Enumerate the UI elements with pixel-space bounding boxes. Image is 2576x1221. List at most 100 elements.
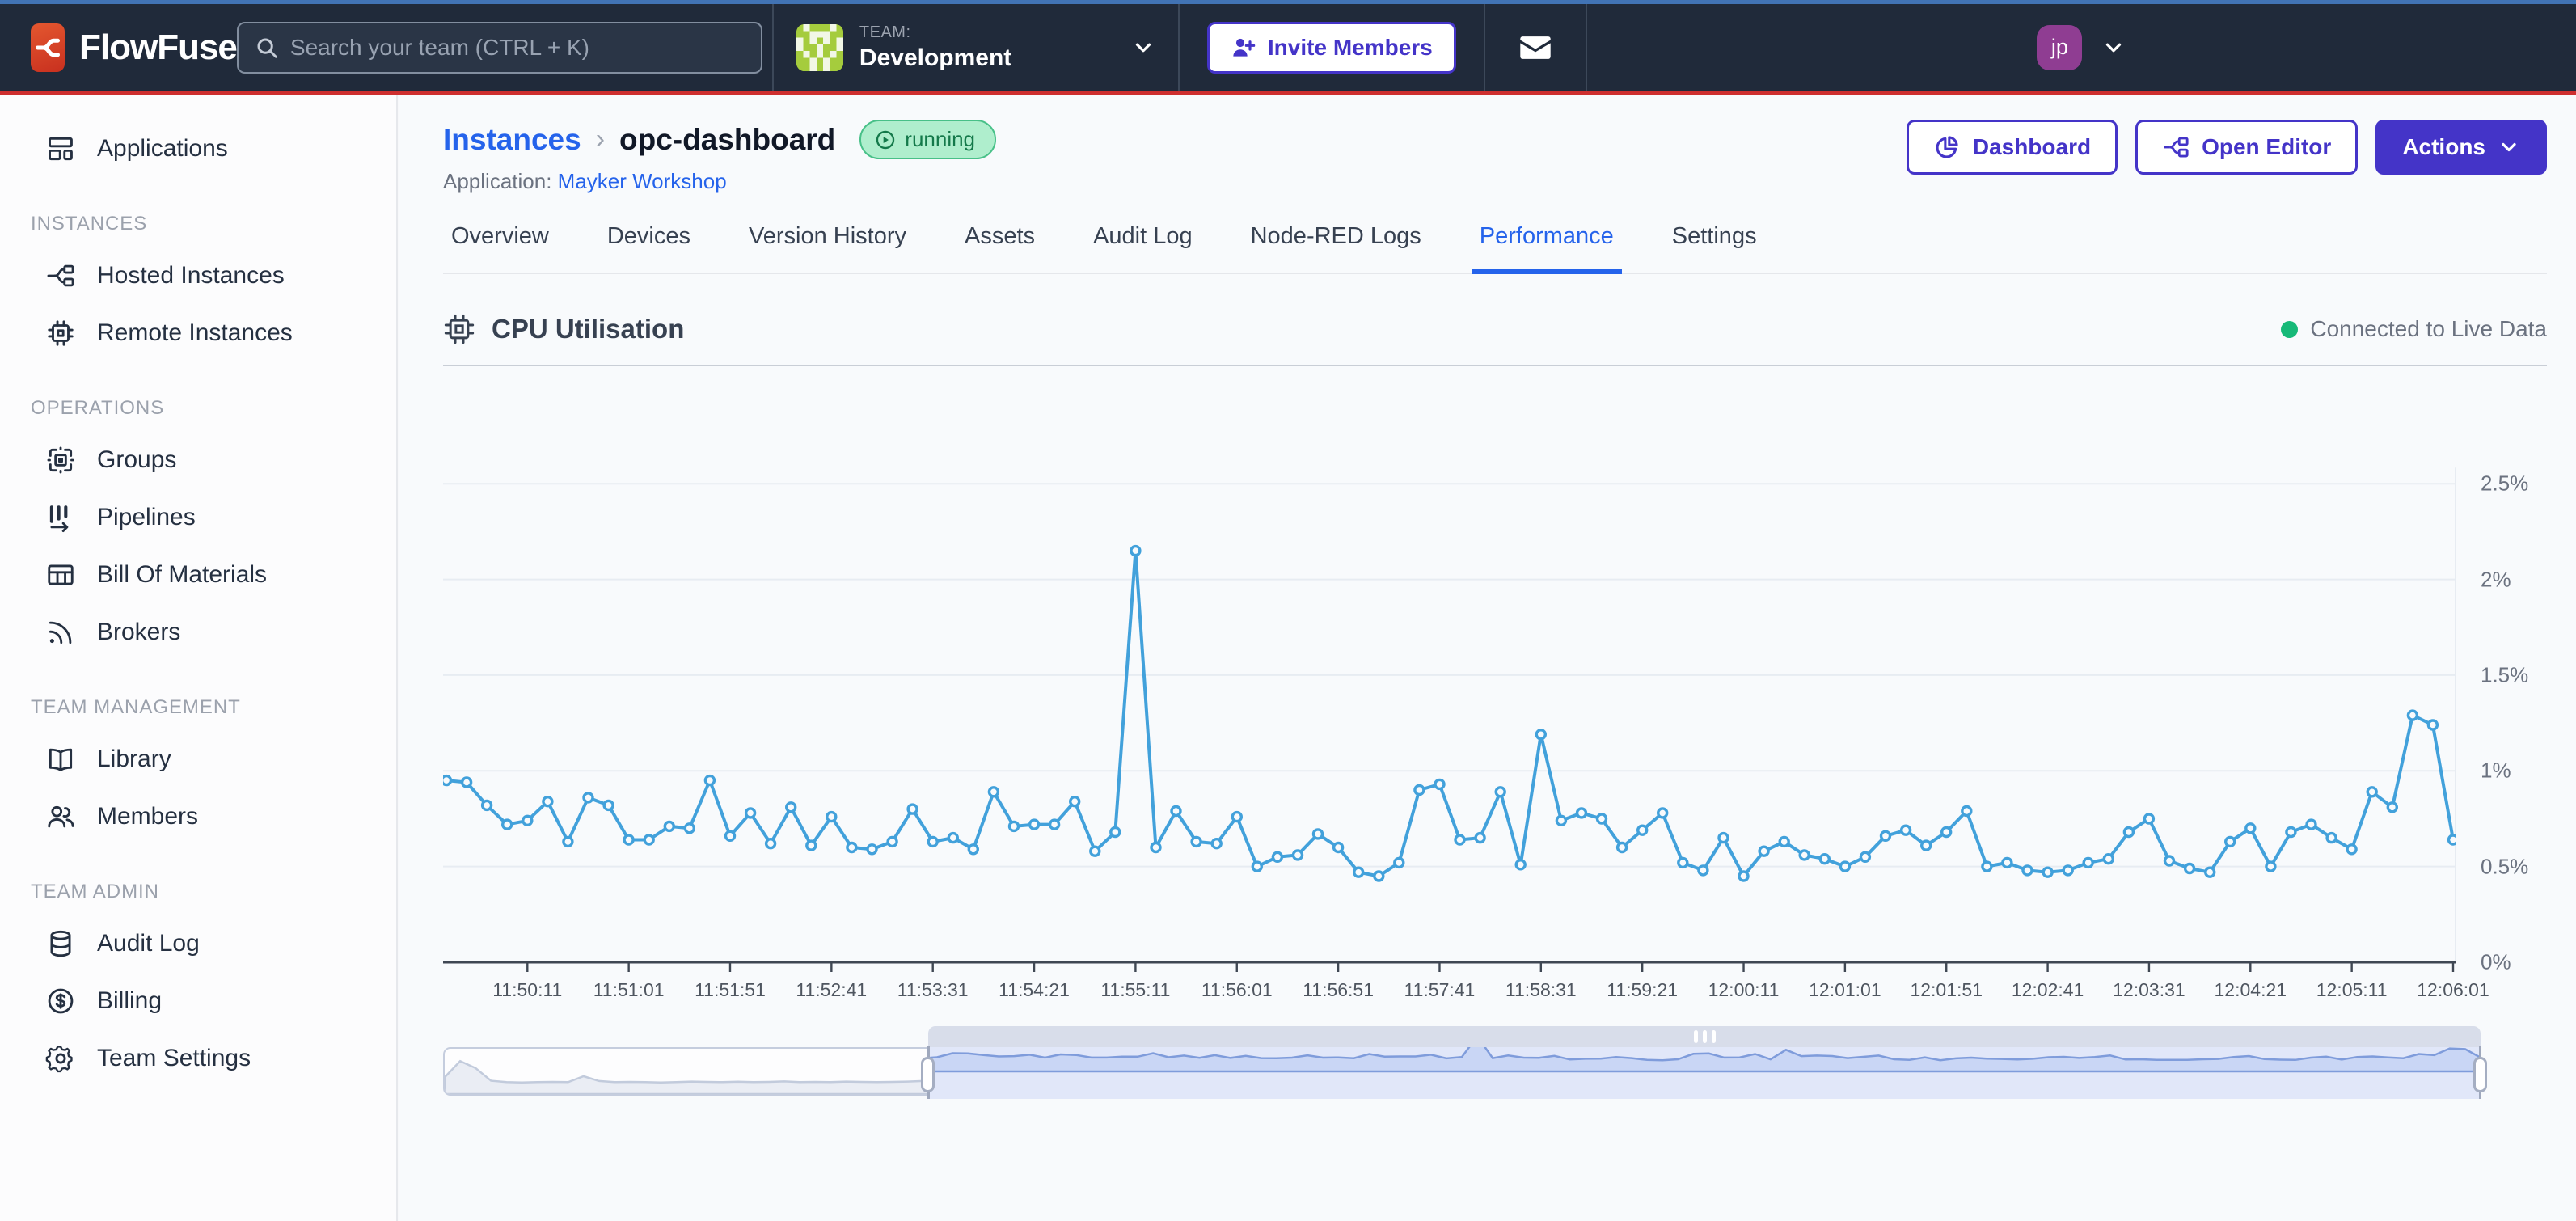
chart-pie-icon	[1933, 133, 1961, 161]
invite-members-label: Invite Members	[1268, 35, 1433, 61]
pipelines-icon	[45, 502, 76, 533]
sidebar-item-label: Audit Log	[97, 930, 200, 957]
billing-icon	[45, 986, 76, 1016]
chevron-down-icon	[2101, 36, 2126, 60]
tab-performance[interactable]: Performance	[1472, 223, 1622, 274]
sidebar-item-remote-instances[interactable]: Remote Instances	[0, 304, 396, 361]
brush-left-handle[interactable]	[921, 1057, 935, 1092]
cpu-chip-icon	[443, 313, 475, 345]
mail-icon	[1518, 30, 1553, 65]
sidebar-item-bill-of-materials[interactable]: Bill Of Materials	[0, 546, 396, 603]
tab-devices[interactable]: Devices	[599, 223, 699, 274]
user-menu[interactable]: jp	[1587, 25, 2576, 70]
page-title: opc-dashboard	[619, 123, 835, 157]
sidebar-item-team-settings[interactable]: Team Settings	[0, 1029, 396, 1087]
actions-button[interactable]: Actions	[2375, 120, 2547, 175]
sidebar-item-pipelines[interactable]: Pipelines	[0, 488, 396, 546]
breadcrumb-separator: ›	[596, 124, 605, 155]
tab-version-history[interactable]: Version History	[741, 223, 914, 274]
sidebar-item-label: Team Settings	[97, 1045, 251, 1072]
sidebar-item-label: Library	[97, 746, 171, 773]
application-row: Application: Mayker Workshop	[443, 169, 996, 194]
flowfuse-logo[interactable]: FlowFuse	[31, 23, 237, 72]
tab-assets[interactable]: Assets	[956, 223, 1043, 274]
sidebar-item-brokers[interactable]: Brokers	[0, 603, 396, 661]
brush-selection-window[interactable]	[928, 1047, 2481, 1099]
y-axis-tick-label: 2%	[2481, 567, 2576, 592]
tab-overview[interactable]: Overview	[443, 223, 557, 274]
sidebar-item-label: Members	[97, 803, 198, 830]
open-editor-button-label: Open Editor	[2202, 134, 2331, 160]
library-icon	[45, 744, 76, 775]
y-axis-tick-label: 1%	[2481, 758, 2576, 784]
tab-node-red-logs[interactable]: Node-RED Logs	[1243, 223, 1429, 274]
hosted-instances-icon	[45, 260, 76, 291]
sidebar-item-applications[interactable]: Applications	[0, 120, 396, 177]
application-label: Application:	[443, 169, 551, 193]
open-editor-button[interactable]: Open Editor	[2135, 120, 2358, 175]
members-icon	[45, 801, 76, 832]
sidebar-item-label: Hosted Instances	[97, 262, 285, 289]
dashboard-button[interactable]: Dashboard	[1907, 120, 2118, 175]
search-icon	[255, 36, 279, 60]
sidebar-item-groups[interactable]: Groups	[0, 431, 396, 488]
status-badge-label: running	[905, 127, 975, 152]
user-avatar: jp	[2037, 25, 2082, 70]
top-navbar: FlowFuse TEAM:	[0, 0, 2576, 95]
sidebar-item-label: Applications	[97, 135, 228, 163]
applications-icon	[45, 133, 76, 164]
cpu-utilisation-chart: 0%0.5%1%1.5%2%2.5%11:50:1111:51:0111:51:…	[443, 415, 2456, 1013]
y-axis-tick-label: 1.5%	[2481, 662, 2576, 687]
team-settings-icon	[45, 1043, 76, 1074]
search-input[interactable]	[290, 35, 745, 61]
remote-instances-icon	[45, 318, 76, 349]
dashboard-button-label: Dashboard	[1973, 134, 2091, 160]
application-link[interactable]: Mayker Workshop	[558, 169, 727, 193]
flowfuse-logo-icon	[31, 23, 65, 72]
team-avatar	[796, 24, 843, 71]
breadcrumb: Instances › opc-dashboard running	[443, 120, 996, 159]
sidebar-section-label: INSTANCES	[31, 213, 396, 235]
live-status: Connected to Live Data	[2281, 316, 2547, 342]
x-axis-tick-label: 12:06:01	[2392, 979, 2514, 1001]
team-label: TEAM:	[859, 23, 1011, 42]
tab-settings[interactable]: Settings	[1664, 223, 1765, 274]
bill-of-materials-icon	[45, 560, 76, 590]
sidebar-section-label: TEAM MANAGEMENT	[31, 696, 396, 719]
time-range-brush	[443, 1026, 2481, 1099]
sidebar-section-label: OPERATIONS	[31, 397, 396, 420]
sidebar-item-label: Brokers	[97, 619, 180, 646]
brush-selection[interactable]	[928, 1026, 2481, 1099]
node-red-fork-icon	[2162, 133, 2190, 161]
sidebar-item-library[interactable]: Library	[0, 730, 396, 788]
y-axis-tick-label: 0%	[2481, 950, 2576, 975]
team-selector[interactable]: TEAM: Development	[774, 23, 1178, 72]
y-axis-tick-label: 2.5%	[2481, 471, 2576, 496]
chevron-down-icon	[2498, 136, 2520, 158]
team-search-box	[237, 22, 762, 74]
grip-icon	[1703, 1030, 1707, 1043]
grip-icon	[1712, 1030, 1716, 1043]
live-status-dot	[2281, 321, 2298, 338]
breadcrumb-instances-link[interactable]: Instances	[443, 123, 581, 157]
team-name: Development	[859, 44, 1011, 72]
invite-members-button[interactable]: Invite Members	[1207, 22, 1456, 74]
sidebar-item-members[interactable]: Members	[0, 788, 396, 845]
sidebar-item-label: Pipelines	[97, 504, 196, 531]
tab-audit-log[interactable]: Audit Log	[1085, 223, 1201, 274]
main-content: Instances › opc-dashboard running Applic…	[399, 95, 2576, 1221]
grip-icon	[1694, 1030, 1698, 1043]
sidebar-item-hosted-instances[interactable]: Hosted Instances	[0, 247, 396, 304]
sidebar-item-audit-log[interactable]: Audit Log	[0, 915, 396, 972]
sidebar-nav: Applications INSTANCES Hosted Instances Rem…	[0, 95, 398, 1221]
groups-icon	[45, 445, 76, 475]
sidebar-item-label: Remote Instances	[97, 319, 293, 347]
chevron-down-icon	[1131, 36, 1155, 60]
sidebar-item-billing[interactable]: Billing	[0, 972, 396, 1029]
play-circle-icon	[874, 129, 897, 151]
logo-text: FlowFuse	[79, 27, 237, 68]
brush-right-handle[interactable]	[2473, 1057, 2487, 1092]
notifications-button[interactable]	[1485, 30, 1586, 65]
brush-drag-handle[interactable]	[928, 1026, 2481, 1047]
sidebar-item-label: Billing	[97, 987, 162, 1015]
